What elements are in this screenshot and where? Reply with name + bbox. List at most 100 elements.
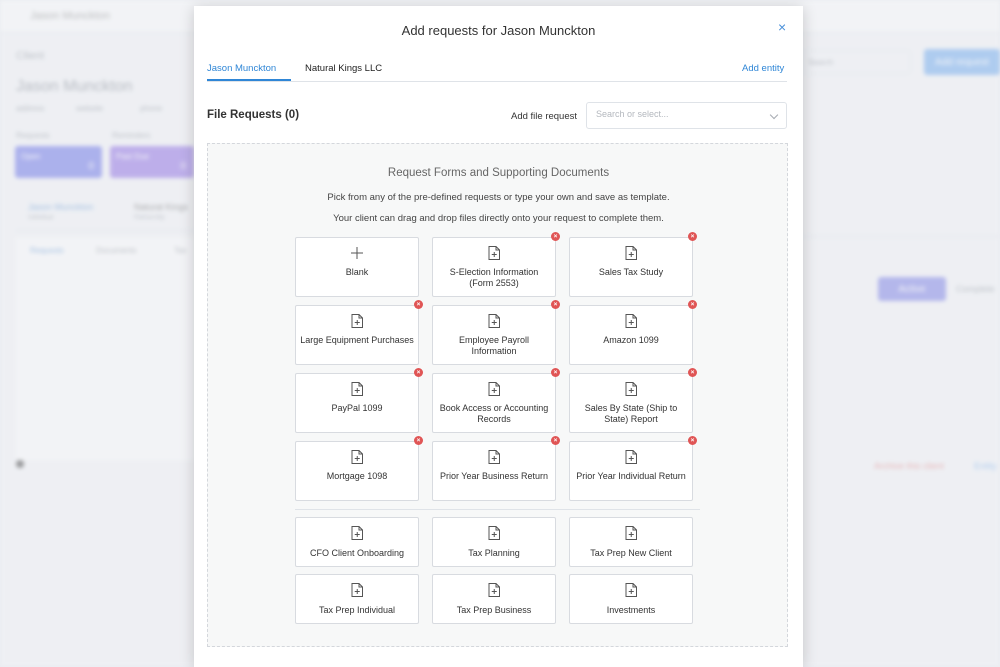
plus-icon: [351, 246, 363, 260]
background-right-divider: [803, 236, 1000, 237]
chevron-down-icon[interactable]: [769, 110, 779, 120]
close-icon[interactable]: ×: [778, 19, 786, 35]
request-tile-paypal-1099[interactable]: PayPal 1099: [295, 373, 419, 433]
background-card-past-due: Past Due 0: [110, 146, 194, 178]
background-entity-link: Entity: [974, 461, 997, 471]
request-tile-label: Large Equipment Purchases: [300, 335, 414, 345]
background-reminders-label: Reminders: [112, 131, 151, 140]
add-requests-modal: Add requests for Jason Munckton × Jason …: [194, 6, 803, 667]
background-requests-label: Requests: [16, 131, 50, 140]
request-tile-prior-year-business-return[interactable]: Prior Year Business Return: [432, 441, 556, 501]
remove-request-icon[interactable]: ×: [551, 232, 560, 241]
request-tile-prior-year-individual-return[interactable]: Prior Year Individual Return: [569, 441, 693, 501]
tab-natural-kings-llc[interactable]: Natural Kings LLC: [305, 63, 382, 74]
file-plus-icon: [351, 382, 363, 396]
request-tile-label: S-Election Information (Form 2553): [449, 267, 539, 288]
remove-request-icon[interactable]: ×: [688, 232, 697, 241]
background-client-name: Jason Munckton: [16, 78, 133, 95]
file-plus-icon: [488, 450, 500, 464]
background-help-icon: [16, 460, 24, 468]
file-request-search-input[interactable]: [596, 109, 756, 119]
file-plus-icon: [625, 382, 637, 396]
request-tile-tax-prep-new-client[interactable]: Tax Prep New Client: [569, 517, 693, 567]
remove-request-icon[interactable]: ×: [688, 436, 697, 445]
request-tile-sales-by-state-ship-to-state-report[interactable]: Sales By State (Ship to State) Report: [569, 373, 693, 433]
file-plus-icon: [351, 450, 363, 464]
background-card-open: Open 0: [15, 146, 102, 178]
file-plus-icon: [351, 314, 363, 328]
request-tile-blank[interactable]: Blank: [295, 237, 419, 297]
background-topbar-label: Jason Munckton: [30, 10, 111, 22]
request-tile-s-election-information-form-2553[interactable]: S-Election Information (Form 2553): [432, 237, 556, 297]
background-card-open-label: Open: [21, 152, 41, 161]
templates-divider: [295, 509, 700, 510]
request-tile-mortgage-1098[interactable]: Mortgage 1098: [295, 441, 419, 501]
background-entity-1-type: Individual: [28, 215, 54, 221]
background-subtab-requests: Requests: [30, 246, 64, 255]
background-card-open-count: 0: [88, 161, 94, 172]
remove-request-icon[interactable]: ×: [551, 368, 560, 377]
request-tile-investments[interactable]: Investments: [569, 574, 693, 624]
background-entity-divider: [16, 230, 194, 231]
request-tile-label: Amazon 1099: [603, 335, 659, 345]
request-tile-label: PayPal 1099: [331, 403, 383, 413]
drop-zone-instructions-2: Your client can drag and drop files dire…: [333, 213, 664, 224]
remove-request-icon[interactable]: ×: [414, 368, 423, 377]
file-plus-icon: [488, 246, 500, 260]
file-requests-title: File Requests (0): [207, 109, 300, 121]
request-tile-label: Tax Prep Business: [456, 605, 532, 615]
request-tile-employee-payroll-information[interactable]: Employee Payroll Information: [432, 305, 556, 365]
request-tile-tax-prep-individual[interactable]: Tax Prep Individual: [295, 574, 419, 624]
remove-request-icon[interactable]: ×: [551, 300, 560, 309]
remove-request-icon[interactable]: ×: [688, 300, 697, 309]
background-search-placeholder: Search: [808, 58, 834, 67]
request-tile-tax-planning[interactable]: Tax Planning: [432, 517, 556, 567]
drop-zone-heading: Request Forms and Supporting Documents: [387, 167, 610, 179]
request-tile-label: Prior Year Individual Return: [576, 471, 686, 481]
background-add-request-label: Add request: [935, 56, 989, 68]
request-tile-sales-tax-study[interactable]: Sales Tax Study: [569, 237, 693, 297]
remove-request-icon[interactable]: ×: [688, 368, 697, 377]
request-tile-tax-prep-business[interactable]: Tax Prep Business: [432, 574, 556, 624]
tab-jason-munckton[interactable]: Jason Munckton: [207, 63, 276, 74]
remove-request-icon[interactable]: ×: [414, 436, 423, 445]
background-completed-label: Complete: [956, 284, 995, 294]
request-tile-label: Employee Payroll Information: [458, 335, 530, 356]
tabs-divider: [207, 81, 787, 82]
background-field-website: website: [76, 104, 104, 113]
background-card-past-due-count: 0: [180, 161, 186, 172]
request-tile-label: Tax Planning: [468, 548, 520, 558]
background-active-label: Active: [898, 283, 926, 295]
background-field-phone: phone: [140, 104, 163, 113]
file-plus-icon: [625, 526, 637, 540]
file-plus-icon: [625, 583, 637, 597]
background-field-address: address: [16, 104, 45, 113]
request-tile-large-equipment-purchases[interactable]: Large Equipment Purchases: [295, 305, 419, 365]
request-tile-amazon-1099[interactable]: Amazon 1099: [569, 305, 693, 365]
remove-request-icon[interactable]: ×: [551, 436, 560, 445]
request-tile-label: Sales Tax Study: [598, 267, 664, 277]
background-active-button: Active: [878, 277, 946, 301]
background-archive-link: Archive this client: [874, 461, 945, 471]
file-plus-icon: [488, 526, 500, 540]
request-tile-label: Tax Prep New Client: [590, 548, 672, 558]
active-tab-indicator: [207, 79, 291, 81]
add-entity-link[interactable]: Add entity: [742, 63, 784, 74]
file-plus-icon: [351, 583, 363, 597]
request-tile-cfo-client-onboarding[interactable]: CFO Client Onboarding: [295, 517, 419, 567]
request-tile-label: Blank: [345, 267, 369, 277]
background-add-request-button: Add request: [924, 49, 1000, 75]
file-request-select[interactable]: [586, 102, 787, 129]
background-card-past-due-label: Past Due: [116, 152, 149, 161]
add-file-request-label: Add file request: [511, 111, 578, 122]
remove-request-icon[interactable]: ×: [414, 300, 423, 309]
request-tile-book-access-or-accounting-records[interactable]: Book Access or Accounting Records: [432, 373, 556, 433]
request-tile-label: Mortgage 1098: [326, 471, 388, 481]
background-subtab-documents: Documents: [96, 246, 137, 255]
background-search-box: Search: [803, 50, 911, 74]
file-plus-icon: [625, 450, 637, 464]
background-panel: [16, 238, 194, 460]
file-plus-icon: [625, 314, 637, 328]
file-plus-icon: [488, 382, 500, 396]
file-plus-icon: [625, 246, 637, 260]
